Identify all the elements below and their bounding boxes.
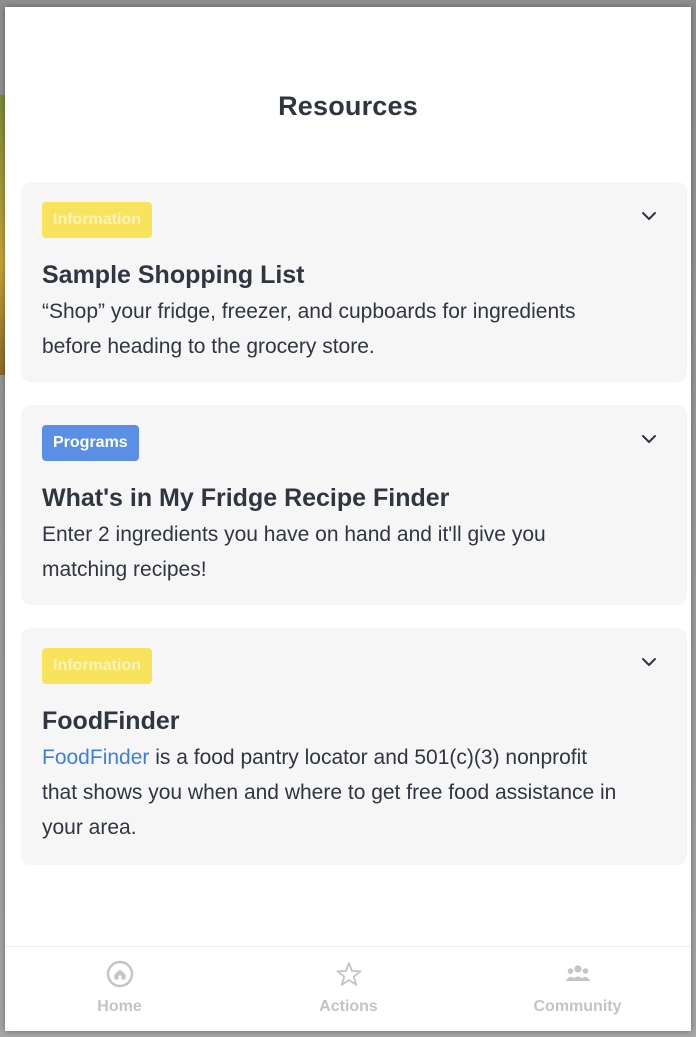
star-icon (336, 962, 361, 986)
chevron-down-icon[interactable] (641, 656, 657, 668)
home-icon (106, 960, 133, 988)
category-badge: Information (42, 202, 152, 238)
bottom-tab-bar: Home Actions Community (5, 946, 691, 1031)
resource-description: FoodFinder is a food pantry locator and … (42, 740, 627, 845)
category-badge: Programs (42, 425, 139, 461)
category-badge: Information (42, 648, 152, 684)
resource-title: What's in My Fridge Recipe Finder (42, 484, 450, 512)
resource-description: “Shop” your fridge, freezer, and cupboar… (42, 300, 576, 358)
tab-label: Home (97, 998, 142, 1015)
resource-title: FoodFinder (42, 707, 180, 735)
resource-card-recipe-finder[interactable]: Programs What's in My Fridge Recipe Find… (21, 405, 687, 605)
resource-card-sample-shopping-list[interactable]: Information Sample Shopping List “Shop” … (21, 182, 687, 382)
chevron-down-icon[interactable] (641, 210, 657, 222)
foodfinder-link[interactable]: FoodFinder (42, 746, 149, 769)
people-icon (565, 965, 590, 981)
resource-title: Sample Shopping List (42, 261, 305, 289)
tab-community[interactable]: Community (463, 947, 691, 1031)
tab-home[interactable]: Home (5, 947, 234, 1031)
resource-card-foodfinder[interactable]: Information FoodFinder FoodFinder is a f… (21, 628, 687, 865)
tab-label: Actions (319, 998, 378, 1015)
resource-description: Enter 2 ingredients you have on hand and… (42, 523, 546, 581)
tab-actions[interactable]: Actions (234, 947, 463, 1031)
tab-label: Community (533, 998, 622, 1015)
page-title: Resources (278, 91, 418, 121)
chevron-down-icon[interactable] (641, 433, 657, 445)
resources-modal: Resources Information Sample Shopping Li… (5, 7, 691, 1031)
